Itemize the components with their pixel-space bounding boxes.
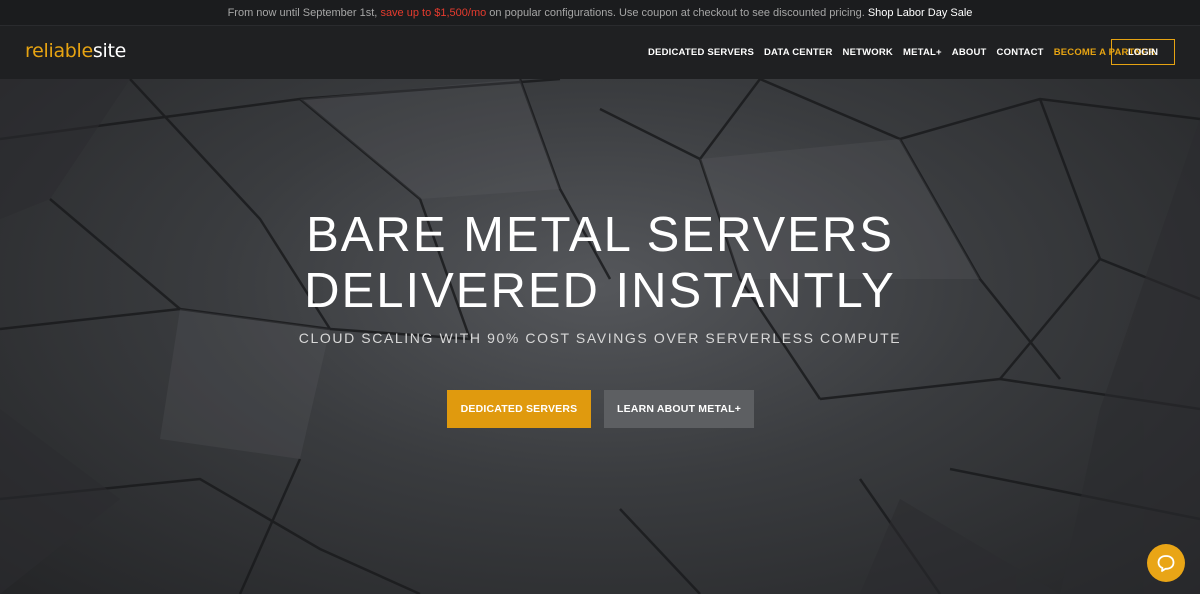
login-button[interactable]: LOGIN [1111, 39, 1175, 65]
hero-title-line-2: DELIVERED INSTANTLY [304, 264, 896, 318]
hero-section: BARE METAL SERVERS DELIVERED INSTANTLY C… [0, 79, 1200, 594]
promo-suffix: on popular configurations. Use coupon at… [489, 6, 865, 19]
logo-part-site: site [92, 40, 127, 62]
labor-day-sale-link[interactable]: Shop Labor Day Sale [868, 7, 973, 19]
chat-widget-button[interactable] [1147, 544, 1185, 582]
promo-bar: From now until September 1st, save up to… [0, 0, 1200, 26]
nav-about[interactable]: ABOUT [952, 47, 987, 58]
promo-highlight: save up to $1,500/mo [380, 6, 487, 19]
nav-network[interactable]: NETWORK [843, 47, 893, 58]
reliablesite-logo[interactable]: reliablesite [25, 40, 126, 62]
main-nav: DEDICATED SERVERS DATA CENTER NETWORK ME… [648, 47, 1155, 58]
nav-dedicated-servers[interactable]: DEDICATED SERVERS [648, 47, 754, 58]
nav-contact[interactable]: CONTACT [997, 47, 1044, 58]
dedicated-servers-button[interactable]: DEDICATED SERVERS [447, 390, 591, 428]
chat-bubble-icon [1157, 555, 1175, 572]
hero-subtitle: CLOUD SCALING WITH 90% COST SAVINGS OVER… [298, 330, 902, 346]
logo-part-reliable: reliable [25, 40, 93, 62]
nav-metal-plus[interactable]: METAL+ [903, 47, 942, 58]
learn-about-metal-button[interactable]: LEARN ABOUT METAL+ [604, 390, 754, 428]
hero-title: BARE METAL SERVERS DELIVERED INSTANTLY [0, 207, 1200, 319]
hero-title-line-1: BARE METAL SERVERS [306, 208, 894, 262]
promo-prefix: From now until September 1st, [227, 6, 378, 19]
nav-data-center[interactable]: DATA CENTER [764, 47, 833, 58]
site-header: reliablesite DEDICATED SERVERS DATA CENT… [0, 26, 1200, 79]
